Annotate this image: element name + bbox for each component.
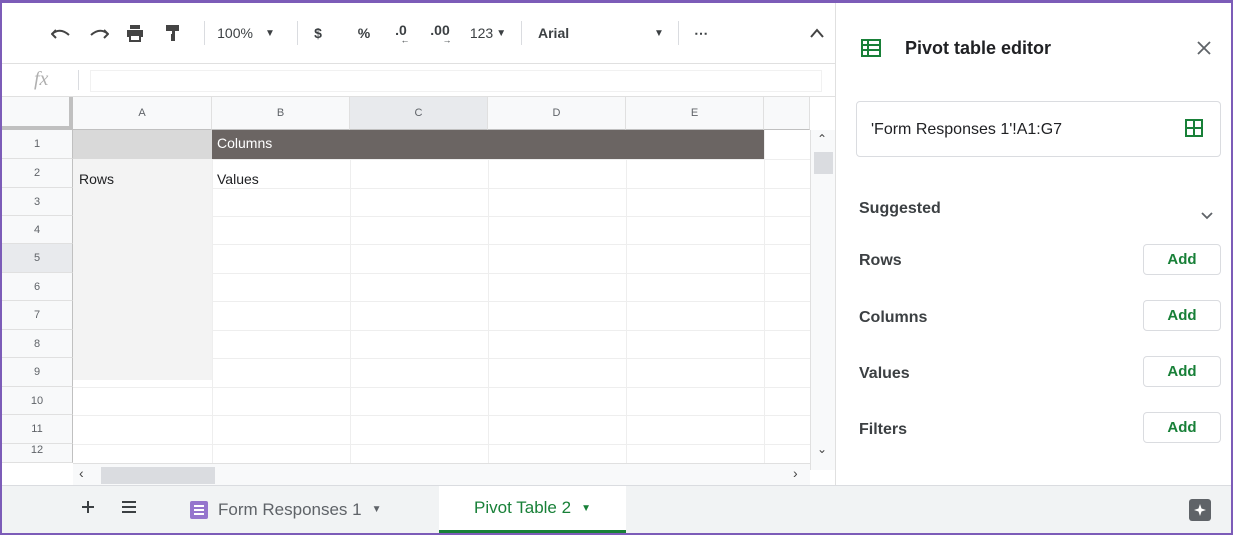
pivot-corner-cell[interactable] [73, 130, 212, 159]
vertical-scroll-thumb[interactable] [814, 152, 833, 174]
all-sheets-icon[interactable] [121, 500, 137, 519]
spreadsheet-grid[interactable]: A B C D E 1 2 3 4 5 6 7 8 9 10 11 12 Col… [2, 97, 835, 485]
font-value: Arial [538, 25, 570, 41]
data-range-field[interactable]: 'Form Responses 1'!A1:G7 [856, 101, 1221, 157]
fx-label: fx [34, 68, 49, 90]
chevron-up-icon[interactable] [806, 21, 828, 45]
arrow-left-icon: ← [400, 35, 410, 45]
sheet-tab-label: Form Responses 1 [218, 499, 362, 519]
row-header[interactable]: 10 [2, 387, 73, 415]
explore-icon[interactable] [1189, 499, 1211, 521]
row-header[interactable]: 6 [2, 273, 73, 301]
tab-menu-icon[interactable]: ▼ [581, 503, 591, 514]
horizontal-scrollbar[interactable]: ‹ › [73, 463, 810, 485]
more-formats-button[interactable]: 123 ▼ [466, 21, 510, 45]
panel-title: Pivot table editor [905, 38, 1052, 58]
row-header[interactable]: 3 [2, 188, 73, 216]
toolbar-divider [297, 21, 298, 45]
decrease-decimal-button[interactable]: .0 ← [387, 21, 415, 45]
currency-format-button[interactable]: $ [310, 21, 326, 45]
rows-label: Rows [859, 252, 902, 269]
row-header[interactable]: 5 [2, 244, 73, 273]
row-header[interactable]: 8 [2, 330, 73, 358]
add-columns-button[interactable]: Add [1143, 300, 1221, 331]
filters-label: Filters [859, 421, 908, 438]
toolbar-divider [678, 21, 679, 45]
arrow-right-icon: → [442, 35, 452, 45]
increase-decimal-button[interactable]: .00 → [425, 21, 455, 45]
row-header[interactable]: 2 [2, 159, 73, 188]
more-formats-label: 123 [469, 25, 494, 41]
add-rows-button[interactable]: Add [1143, 244, 1221, 275]
more-options-button[interactable]: ⋯ [688, 21, 714, 45]
data-range-value: 'Form Responses 1'!A1:G7 [871, 121, 1063, 138]
column-header-d[interactable]: D [488, 97, 626, 130]
add-filters-button[interactable]: Add [1143, 412, 1221, 443]
add-values-button[interactable]: Add [1143, 356, 1221, 387]
cell-b2[interactable]: Values [217, 171, 259, 187]
sheet-tabs-bar: Form Responses 1 ▼ Pivot Table 2 ▼ [2, 485, 1231, 533]
close-icon[interactable] [1197, 41, 1211, 60]
scroll-left-icon[interactable]: ‹ [79, 465, 84, 481]
toolbar-divider [521, 21, 522, 45]
percent-format-button[interactable]: % [355, 21, 373, 45]
columns-label: Columns [859, 309, 928, 326]
cell-b1[interactable]: Columns [217, 135, 272, 151]
row-header[interactable]: 12 [2, 444, 73, 463]
toolbar: 100% ▼ $ % .0 ← .00 → 123 ▼ Arial ▼ ⋯ [0, 3, 835, 63]
vertical-scrollbar[interactable]: ⌃ ⌄ [810, 130, 835, 470]
redo-icon[interactable] [86, 21, 112, 45]
column-header-a[interactable]: A [73, 97, 212, 130]
values-label: Values [859, 365, 910, 382]
paint-format-icon[interactable] [160, 21, 186, 45]
row-header[interactable]: 9 [2, 358, 73, 387]
font-select[interactable]: Arial ▼ [538, 21, 668, 45]
row-header[interactable]: 7 [2, 301, 73, 330]
pivot-columns-header[interactable] [212, 130, 764, 159]
zoom-select[interactable]: 100% ▼ [217, 21, 275, 45]
sheet-tab-label: Pivot Table 2 [474, 498, 572, 517]
suggested-label: Suggested [859, 200, 941, 217]
chevron-down-icon[interactable] [1201, 207, 1213, 225]
column-header-f[interactable] [764, 97, 810, 130]
scroll-up-icon[interactable]: ⌃ [817, 132, 827, 146]
tab-menu-icon[interactable]: ▼ [372, 504, 382, 515]
forms-icon [190, 500, 208, 519]
pivot-table-icon [861, 39, 881, 62]
row-header[interactable]: 1 [2, 130, 73, 159]
zoom-value: 100% [217, 25, 253, 41]
column-header-e[interactable]: E [626, 97, 764, 130]
font-dropdown-icon: ▼ [654, 27, 664, 39]
scroll-down-icon[interactable]: ⌄ [817, 442, 827, 456]
column-header-b[interactable]: B [212, 97, 350, 130]
more-formats-dropdown-icon: ▼ [496, 27, 507, 39]
formula-input[interactable] [90, 70, 822, 92]
pivot-table-editor-panel: Pivot table editor 'Form Responses 1'!A1… [835, 3, 1231, 485]
add-sheet-icon[interactable] [80, 499, 96, 520]
row-header[interactable]: 4 [2, 216, 73, 244]
undo-icon[interactable] [48, 21, 74, 45]
grid-select-icon[interactable] [1185, 119, 1203, 142]
print-icon[interactable] [122, 21, 148, 45]
row-header[interactable]: 11 [2, 415, 73, 444]
scroll-right-icon[interactable]: › [793, 465, 798, 481]
select-all-corner[interactable] [2, 97, 73, 130]
zoom-dropdown-icon: ▼ [264, 27, 275, 39]
sheet-tab-form-responses[interactable]: Form Responses 1 ▼ [190, 486, 422, 533]
horizontal-scroll-thumb[interactable] [101, 467, 215, 484]
column-header-c[interactable]: C [350, 97, 488, 130]
cell-a2[interactable]: Rows [79, 171, 114, 187]
sheet-tab-pivot-table-2[interactable]: Pivot Table 2 ▼ [439, 486, 626, 533]
toolbar-divider [204, 21, 205, 45]
formula-bar: fx [2, 63, 835, 97]
formula-divider [78, 70, 79, 90]
pivot-rows-area[interactable] [73, 159, 212, 380]
